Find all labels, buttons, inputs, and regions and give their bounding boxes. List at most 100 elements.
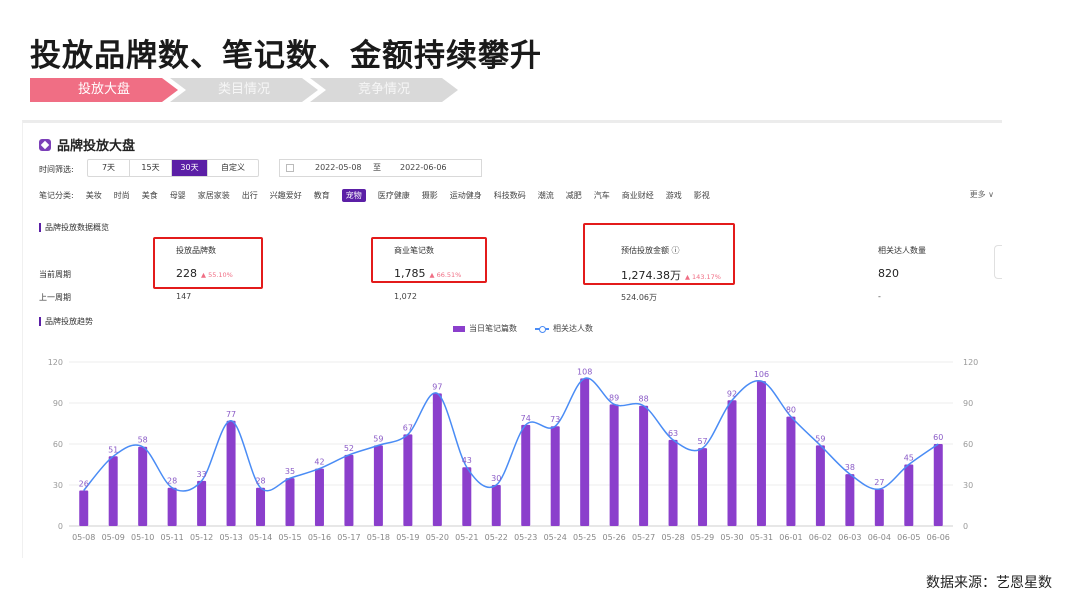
bar [786,416,796,526]
bar [344,454,354,526]
step-category[interactable]: 类目情况 [170,78,318,102]
bar [609,404,619,526]
data-label: 89 [609,393,619,402]
bar [256,487,266,526]
x-tick-label: 06-05 [897,533,920,542]
bar [226,420,236,526]
bar [698,448,708,526]
x-tick-label: 05-26 [603,533,626,542]
x-tick-label: 05-25 [573,533,596,542]
data-label: 30 [491,474,501,483]
bar [550,426,560,526]
y2-tick-label: 90 [963,399,973,408]
x-tick-label: 05-29 [691,533,714,542]
data-label: 92 [727,389,737,398]
data-label: 45 [904,454,914,463]
bar [197,480,207,526]
data-label: 58 [138,436,148,445]
data-label: 33 [197,470,207,479]
bar [668,439,678,526]
bar [432,393,442,526]
bar [373,445,383,526]
data-source-note: 数据来源：艺恩星数 [926,575,1052,591]
bar [933,444,943,526]
y2-tick-label: 120 [963,358,978,367]
x-tick-label: 06-01 [779,533,802,542]
x-tick-label: 05-11 [161,533,184,542]
bar [79,490,89,526]
y-tick-label: 30 [53,481,63,490]
x-tick-label: 05-22 [485,533,508,542]
data-label: 26 [79,479,89,488]
trend-chart: 0 30 60 90 120 0 30 60 90 120 26 51 58 28 33 77 28 35 42 52… [48,358,979,542]
bar [167,487,177,526]
bar [756,381,766,526]
data-label: 38 [845,463,855,472]
x-tick-label: 05-20 [426,533,449,542]
data-label: 80 [786,406,796,415]
x-tick-label: 05-09 [102,533,125,542]
y-tick-label: 120 [48,358,63,367]
x-tick-label: 06-06 [927,533,950,542]
data-label: 57 [697,437,707,446]
data-label: 73 [550,415,560,424]
data-label: 59 [815,434,825,443]
x-tick-label: 05-12 [190,533,213,542]
y-tick-label: 90 [53,399,63,408]
data-label: 59 [373,434,383,443]
x-tick-label: 06-03 [838,533,861,542]
y2-tick-label: 30 [963,481,973,490]
data-label: 63 [668,429,678,438]
bar [314,468,324,526]
bar [580,378,590,526]
brand-dashboard-panel: 品牌投放大盘 时间筛选: 7天 15天 30天 自定义 2022-05-08 至… [22,120,1002,558]
x-tick-label: 05-18 [367,533,390,542]
x-tick-label: 05-31 [750,533,773,542]
data-label: 42 [314,458,324,467]
data-label: 51 [108,445,118,454]
y2-tick-label: 60 [963,440,973,449]
data-label: 88 [639,395,649,404]
y2-tick-label: 0 [963,522,968,531]
data-label: 28 [167,477,177,486]
data-label: 28 [255,477,265,486]
bar [904,464,914,526]
y-tick-label: 0 [58,522,63,531]
data-label: 77 [226,410,236,419]
x-tick-label: 05-27 [632,533,655,542]
data-label: 97 [432,382,442,391]
x-tick-label: 05-21 [455,533,478,542]
x-tick-label: 05-24 [544,533,567,542]
bar [491,485,501,526]
bar [874,489,884,526]
slide-title: 投放品牌数、笔记数、金额持续攀升 [30,38,542,74]
bar [138,446,148,526]
bar [285,478,295,526]
data-label: 74 [521,414,531,423]
data-label: 106 [754,370,769,379]
x-tick-label: 05-19 [396,533,419,542]
data-label: 67 [403,423,413,432]
data-label: 60 [933,433,943,442]
data-label: 35 [285,467,295,476]
x-tick-label: 05-08 [72,533,95,542]
y-tick-label: 60 [53,440,63,449]
x-tick-label: 05-17 [337,533,360,542]
bar [815,445,825,526]
bar [639,405,649,526]
data-label: 27 [874,478,884,487]
step-competition[interactable]: 竞争情况 [310,78,458,102]
x-tick-label: 05-23 [514,533,537,542]
bar [108,456,118,526]
x-tick-label: 06-04 [868,533,891,542]
bar [845,474,855,526]
x-tick-label: 05-30 [720,533,743,542]
data-label: 108 [577,367,592,376]
step-market-overview[interactable]: 投放大盘 [30,78,178,102]
x-tick-label: 05-14 [249,533,272,542]
line-series [83,377,939,492]
x-tick-label: 05-16 [308,533,331,542]
x-tick-label: 05-28 [661,533,684,542]
data-label: 43 [462,456,472,465]
x-tick-label: 05-15 [278,533,301,542]
